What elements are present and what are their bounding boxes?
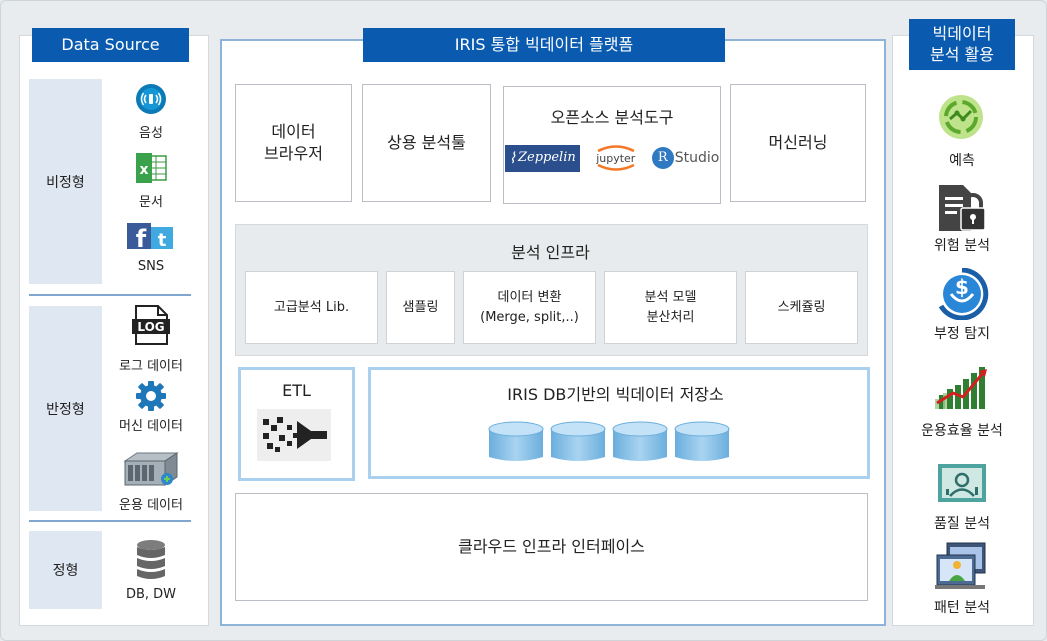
source-label-machine: 머신 데이터 (119, 419, 183, 434)
source-label-document: 문서 (139, 195, 163, 210)
svg-text:LOG: LOG (137, 320, 164, 334)
infra-sampling: 샘플링 (386, 271, 455, 344)
usage-label-efficiency: 운용효율 분석 (921, 423, 1003, 439)
data-source-title: Data Source (32, 28, 189, 62)
funnel-icon (257, 409, 331, 461)
usage-label-quality: 품질 분석 (934, 516, 990, 532)
audio-icon (134, 83, 168, 115)
disk-icon (612, 421, 668, 461)
svg-text:$: $ (955, 275, 969, 299)
category-semistructured: 반정형 (29, 306, 102, 511)
usage-label-risk: 위험 분석 (934, 238, 990, 254)
category-divider (29, 520, 191, 522)
usage-label-pattern: 패턴 분석 (934, 600, 990, 616)
dollar-shield-icon: $ (935, 268, 989, 320)
growth-chart-icon (931, 363, 993, 411)
source-label-log: 로그 데이터 (119, 359, 183, 374)
storage-disks (488, 421, 732, 465)
analysis-infra-title: 분석 인프라 (511, 243, 590, 262)
opensource-tools-title: 오픈소스 분석도구 (550, 108, 674, 127)
category-unstructured: 비정형 (29, 79, 102, 284)
facebook-twitter-icon: f t (127, 223, 173, 249)
bigdata-storage-title: IRIS DB기반의 빅데이터 저장소 (507, 385, 724, 404)
infra-scheduling: 스케쥴링 (745, 271, 858, 344)
log-file-icon: LOG (132, 305, 170, 345)
zeppelin-logo: ⌇ Zeppelin (504, 144, 580, 172)
rstudio-logo: R Studio (651, 147, 719, 170)
disk-icon (488, 421, 544, 461)
disk-icon (550, 421, 606, 461)
usage-title: 빅데이터 분석 활용 (909, 19, 1015, 70)
server-icon (123, 451, 179, 487)
pattern-windows-icon (933, 541, 991, 591)
cloud-interface-box: 클라우드 인프라 인터페이스 (235, 493, 868, 601)
svg-text:f: f (136, 225, 147, 249)
etl-title: ETL (282, 381, 311, 400)
disk-icon (674, 421, 730, 461)
quality-monitor-icon (937, 463, 987, 503)
source-label-operation: 운용 데이터 (119, 498, 183, 513)
category-divider (29, 294, 191, 296)
data-browser-box: 데이터 브라우저 (235, 84, 352, 202)
platform-title: IRIS 통합 빅데이터 플랫폼 (363, 28, 725, 62)
jupyter-logo: jupyter (588, 143, 644, 173)
usage-label-prediction: 예측 (949, 153, 975, 169)
svg-text:t: t (158, 230, 167, 249)
commercial-tools-box: 상용 분석툴 (362, 84, 491, 202)
excel-icon: x (134, 152, 168, 184)
lock-document-icon (935, 183, 987, 233)
infra-distributed-model: 분석 모델 분산처리 (604, 271, 737, 344)
category-structured: 정형 (29, 531, 102, 609)
infra-data-transform: 데이터 변환 (Merge, split,..) (463, 271, 596, 344)
source-label-db: DB, DW (125, 587, 177, 602)
gear-icon (134, 379, 168, 413)
source-label-sns: SNS (137, 259, 165, 274)
database-icon (134, 539, 168, 581)
infra-advanced-lib: 고급분석 Lib. (245, 271, 378, 344)
source-label-audio: 음성 (139, 126, 163, 141)
opensource-tools-box: 오픈소스 분석도구 ⌇ Zeppelin jupyter R Studio (503, 86, 721, 204)
machine-learning-box: 머신러닝 (730, 84, 866, 202)
usage-label-fraud: 부정 탐지 (934, 326, 990, 342)
svg-text:x: x (139, 162, 148, 178)
prediction-icon (935, 93, 987, 141)
